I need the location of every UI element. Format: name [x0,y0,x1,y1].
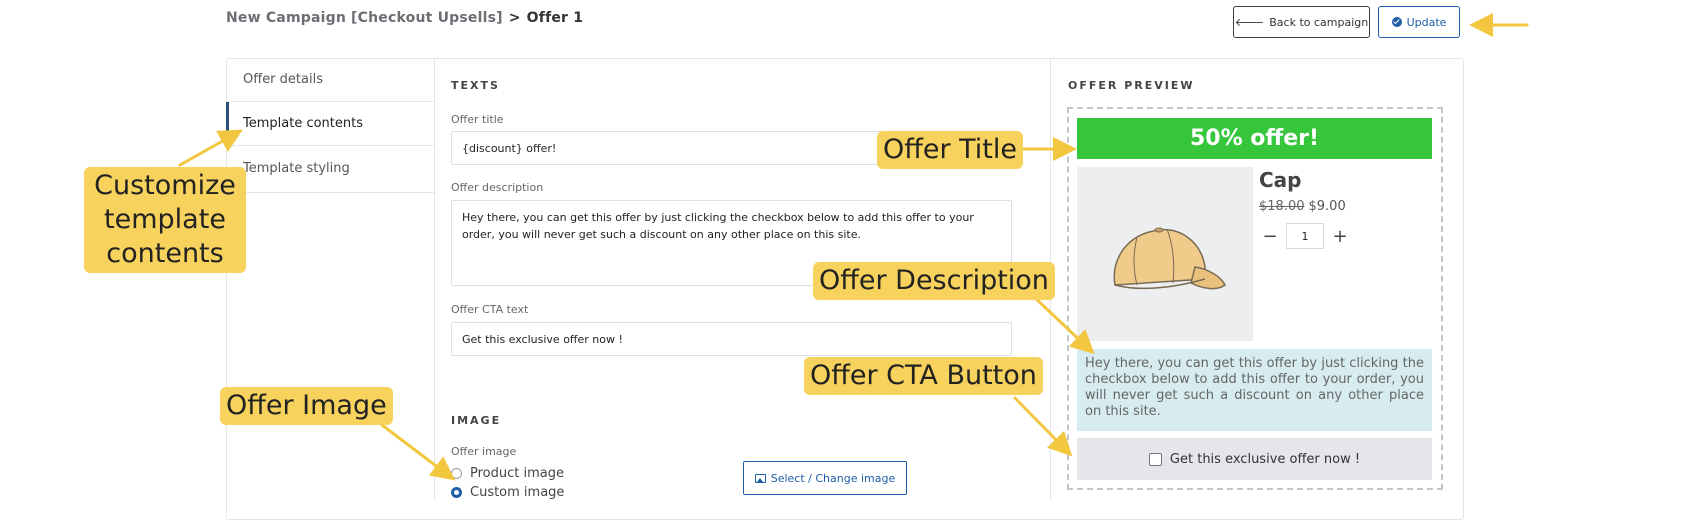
chevron-right-icon: > [508,10,521,26]
back-button-label: Back to campaign [1269,15,1369,29]
preview-product-name: Cap [1259,168,1302,192]
radio-button[interactable] [451,487,462,498]
nav-label: Template contents [243,116,363,131]
preview-offer-description: Hey there, you can get this offer by jus… [1077,349,1432,431]
divider [434,192,435,500]
price-new: $9.00 [1308,199,1346,214]
select-change-image-button[interactable]: Select / Change image [743,461,907,495]
quantity-stepper: − 1 + [1262,223,1348,249]
minus-icon[interactable]: − [1262,226,1278,247]
radio-custom-image[interactable]: Custom image [451,485,564,500]
cta-checkbox[interactable] [1148,452,1162,466]
select-image-label: Select / Change image [770,471,896,485]
arrow-left-icon: 🡐 [1234,16,1265,29]
offer-image-label: Offer image [451,445,517,458]
callout-customize-template-contents: Customize template contents [84,167,246,273]
callout-offer-title: Offer Title [877,131,1024,169]
product-image [1077,167,1253,341]
update-button-label: Update [1406,15,1447,29]
radio-label: Custom image [470,485,565,500]
plus-icon[interactable]: + [1332,226,1348,247]
radio-button[interactable] [451,468,462,479]
back-to-campaign-button[interactable]: 🡐 Back to campaign [1233,6,1370,38]
offer-description-label: Offer description [451,181,544,194]
nav-label: Offer details [243,72,323,87]
nav-item-template-contents[interactable]: Template contents [226,102,434,146]
offer-preview-heading: OFFER PREVIEW [1068,79,1195,92]
settings-nav: Offer details Template contents Template… [226,58,435,193]
price-old: $18.00 [1259,199,1305,214]
breadcrumb: New Campaign [Checkout Upsells] > Offer 1 [226,10,583,26]
cap-icon [1113,227,1226,290]
nav-item-template-styling[interactable]: Template styling [226,146,434,190]
radio-label: Product image [470,466,564,481]
offer-title-label: Offer title [451,113,504,126]
offer-cta-input[interactable]: Get this exclusive offer now ! [451,322,1012,356]
breadcrumb-campaign[interactable]: New Campaign [Checkout Upsells] [226,10,503,26]
preview-offer-title: 50% offer! [1077,118,1432,159]
update-button[interactable]: Update [1378,6,1460,38]
preview-price: $18.00 $9.00 [1259,199,1346,214]
nav-item-offer-details[interactable]: Offer details [226,58,434,102]
check-circle-icon [1391,17,1402,27]
callout-offer-image: Offer Image [220,387,393,425]
image-heading: IMAGE [451,414,502,427]
breadcrumb-current: Offer 1 [526,10,584,26]
callout-offer-description: Offer Description [813,262,1055,300]
cta-label: Get this exclusive offer now ! [1169,451,1361,467]
preview-offer-cta[interactable]: Get this exclusive offer now ! [1077,438,1432,480]
callout-offer-cta-button: Offer CTA Button [804,357,1043,395]
radio-product-image[interactable]: Product image [451,466,564,481]
nav-label: Template styling [243,160,350,176]
quantity-input[interactable]: 1 [1286,223,1324,249]
texts-heading: TEXTS [451,79,500,92]
image-icon [754,473,766,483]
offer-cta-label: Offer CTA text [451,303,529,316]
